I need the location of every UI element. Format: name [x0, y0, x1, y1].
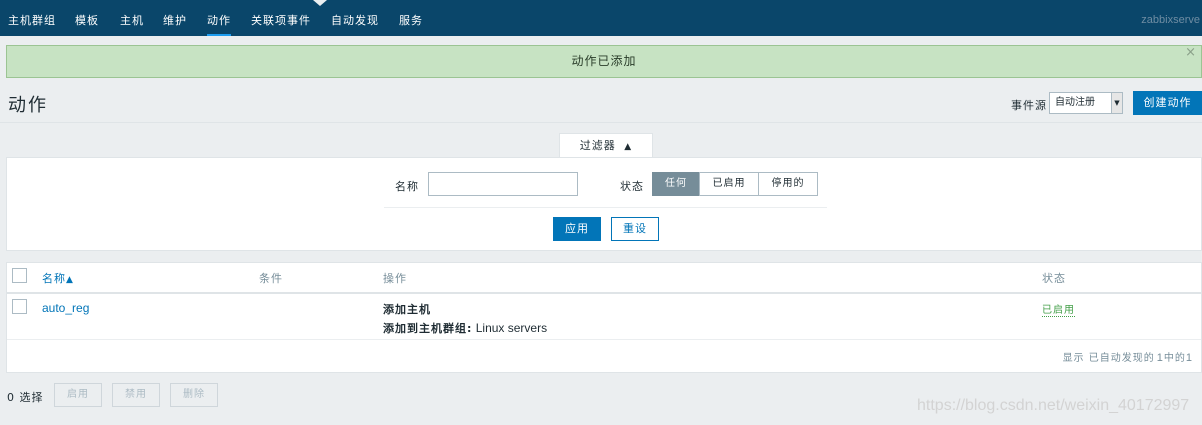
- sort-asc-icon: ▲: [66, 275, 74, 285]
- footer-total: 1: [1185, 352, 1193, 364]
- select-all-checkbox[interactable]: [12, 268, 27, 283]
- watermark: https://blog.csdn.net/weixin_40172997: [917, 397, 1190, 414]
- nav-item-templates[interactable]: 模板: [75, 12, 99, 28]
- nav-item-correlation[interactable]: 关联项事件: [251, 12, 311, 28]
- filter-name-input[interactable]: [428, 172, 578, 196]
- event-source-label: 事件源: [1011, 99, 1047, 112]
- filter-tab-label: 过滤器: [579, 139, 616, 152]
- delete-button[interactable]: 删除: [170, 383, 218, 407]
- success-message-text: 动作已添加: [571, 54, 637, 68]
- column-header-status: 状态: [1042, 272, 1066, 285]
- dropdown-arrow-icon: ▼: [1111, 93, 1122, 113]
- status-enabled-link[interactable]: 已启用: [1042, 305, 1075, 317]
- nav-item-discovery[interactable]: 自动发现: [331, 12, 379, 28]
- selected-count: 0 选择: [7, 389, 44, 405]
- apply-button[interactable]: 应用: [553, 217, 601, 241]
- status-option-disabled[interactable]: 停用的: [758, 172, 818, 196]
- operation-label: 添加主机: [383, 303, 431, 316]
- footer-prefix: 显示 已自动发现的: [1062, 353, 1155, 364]
- action-name-link[interactable]: auto_reg: [42, 301, 89, 315]
- success-message: 动作已添加 ×: [6, 45, 1202, 78]
- operation-label: 添加到主机群组:: [383, 322, 473, 335]
- column-header-conditions: 条件: [259, 272, 283, 285]
- selected-count-label: 选择: [19, 391, 44, 404]
- selected-count-number: 0: [7, 391, 15, 404]
- action-operations: 添加主机 添加到主机群组: Linux servers: [383, 301, 547, 336]
- nav-item-services[interactable]: 服务: [399, 12, 423, 28]
- operation-line: 添加主机: [383, 301, 547, 317]
- footer-mid: 中的: [1163, 353, 1186, 364]
- operation-value: Linux servers: [472, 321, 548, 335]
- collapse-arrow-icon: ▲: [624, 142, 633, 152]
- disable-button[interactable]: 禁用: [112, 383, 160, 407]
- column-header-name[interactable]: 名称▲: [42, 270, 74, 286]
- row-checkbox[interactable]: [12, 299, 27, 314]
- event-source-select[interactable]: 自动注册 ▼: [1049, 92, 1123, 114]
- reset-button[interactable]: 重设: [611, 217, 659, 241]
- header-divider: [0, 122, 1202, 123]
- nav-item-actions[interactable]: 动作: [207, 12, 231, 36]
- operation-line: 添加到主机群组: Linux servers: [383, 320, 547, 336]
- enable-button[interactable]: 启用: [54, 383, 102, 407]
- column-header-operations: 操作: [383, 272, 407, 285]
- filter-name-label: 名称: [395, 180, 419, 193]
- header-underline: [7, 292, 1201, 294]
- column-header-name-text: 名称: [42, 272, 66, 285]
- create-action-button[interactable]: 创建动作: [1133, 91, 1202, 115]
- status-option-enabled[interactable]: 已启用: [699, 172, 759, 196]
- nav-item-hosts[interactable]: 主机: [120, 12, 144, 28]
- row-divider: [7, 339, 1201, 340]
- top-navigation: 主机群组 模板 主机 维护 动作 关联项事件 自动发现 服务 zabbixser…: [0, 0, 1202, 36]
- footer-count: 1: [1156, 352, 1164, 364]
- filter-tab[interactable]: 过滤器 ▲: [559, 133, 653, 158]
- filter-status-label: 状态: [620, 180, 644, 193]
- status-option-any[interactable]: 任何: [652, 172, 700, 196]
- table-footer-count: 显示 已自动发现的 1中的1: [1063, 349, 1193, 364]
- server-name: zabbixserve: [1141, 14, 1200, 26]
- nav-notch: [313, 0, 327, 6]
- nav-item-host-groups[interactable]: 主机群组: [8, 12, 56, 28]
- status-cell: 已启用: [1042, 301, 1075, 317]
- event-source-value: 自动注册: [1055, 97, 1095, 108]
- nav-item-maintenance[interactable]: 维护: [163, 12, 187, 28]
- page-title: 动作: [8, 95, 48, 116]
- close-icon[interactable]: ×: [1185, 37, 1197, 68]
- filter-divider: [384, 207, 827, 208]
- filter-panel: 名称 状态 任何 已启用 停用的 应用 重设: [6, 157, 1202, 251]
- actions-table: 名称▲ 条件 操作 状态 auto_reg 添加主机 添加到主机群组: Linu…: [6, 262, 1202, 373]
